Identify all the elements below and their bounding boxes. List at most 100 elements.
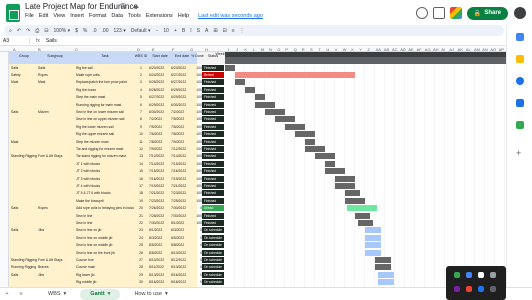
end-date-cell[interactable]: 8/13/2022	[171, 265, 193, 269]
group-cell[interactable]: Sails	[11, 228, 37, 232]
share-button[interactable]: 🔒 Share	[466, 6, 508, 20]
toolbar-item[interactable]: ⌕	[9, 28, 12, 34]
subgroup-cell[interactable]: Sails	[38, 66, 72, 70]
end-date-cell[interactable]: 8/1/2022	[171, 221, 193, 225]
table-row[interactable]: JT 2 with blocks 15 7/15/2022 7/16/2022 100%…	[9, 168, 506, 175]
end-date-cell[interactable]: 7/25/2022	[171, 199, 193, 203]
wbs-cell[interactable]: 21	[136, 214, 146, 218]
avatar[interactable]	[514, 7, 526, 19]
task-cell[interactable]: Sew in line	[76, 221, 134, 225]
column-header[interactable]: L	[253, 47, 255, 52]
end-date-cell[interactable]: 6/30/2022	[171, 103, 193, 107]
toolbar-item[interactable]: 123 ▾	[113, 28, 125, 34]
column-header[interactable]: D	[137, 47, 140, 52]
table-row[interactable]: Sew in line on middle jib 25 8/5/2022 8/8/2…	[9, 242, 506, 249]
toolbar-item[interactable]: +	[174, 28, 177, 34]
end-date-cell[interactable]: 6/29/2022	[171, 95, 193, 99]
column-header[interactable]: AF	[417, 47, 422, 52]
column-header[interactable]: X	[351, 47, 354, 52]
wbs-cell[interactable]: 4	[136, 88, 146, 92]
start-date-cell[interactable]: 6/24/2022	[149, 73, 171, 77]
status-cell[interactable]: Finished	[202, 153, 224, 160]
end-date-cell[interactable]: 7/2/2022	[171, 110, 193, 114]
status-cell[interactable]: On schedule	[202, 264, 224, 271]
sheet-tab-how-to-use[interactable]: How to use ▾	[124, 289, 177, 300]
table-row[interactable]: Sew in line on upper mizzen sail 8 7/2/202…	[9, 116, 506, 123]
start-date-cell[interactable]: 8/10/2022	[149, 258, 171, 262]
last-edit-link[interactable]: Last edit was seconds ago	[198, 13, 263, 19]
wbs-cell[interactable]: 12	[136, 147, 146, 151]
sheets-logo-icon[interactable]	[6, 4, 20, 22]
table-row[interactable]: Sails Jibs Rig lower jib 29 8/13/2022 8/16/20…	[9, 271, 506, 278]
start-date-cell[interactable]: 7/26/2022	[149, 206, 171, 210]
menu-extensions[interactable]: Extensions	[146, 13, 173, 19]
start-date-cell[interactable]: 8/11/2022	[149, 265, 171, 269]
column-header[interactable]: AM	[474, 47, 480, 52]
status-cell[interactable]: Finished	[202, 86, 224, 93]
start-date-cell[interactable]: 6/27/2022	[149, 95, 171, 99]
start-date-cell[interactable]: 8/3/2022	[149, 236, 171, 240]
end-date-cell[interactable]: 7/30/2022	[171, 214, 193, 218]
wbs-cell[interactable]: 29	[136, 273, 146, 277]
chevron-down-icon[interactable]: ▾	[165, 291, 168, 297]
group-cell[interactable]: Sails	[11, 206, 37, 210]
status-cell[interactable]: Finished	[202, 138, 224, 145]
toolbar-item[interactable]: 10	[163, 28, 169, 34]
toolbar-item[interactable]: ↷	[26, 28, 30, 34]
end-date-cell[interactable]: 7/15/2022	[171, 162, 193, 166]
status-cell[interactable]: Finished	[202, 108, 224, 116]
subgroup-cell[interactable]: Jibs	[38, 273, 72, 277]
column-header[interactable]: AC	[392, 47, 398, 52]
end-date-cell[interactable]: 7/21/2022	[171, 184, 193, 188]
column-header[interactable]: AL	[466, 47, 471, 52]
wbs-cell[interactable]: 23	[136, 228, 146, 232]
start-date-cell[interactable]: 6/28/2022	[149, 88, 171, 92]
toolbar-item[interactable]: ↶	[17, 28, 21, 34]
column-header[interactable]: U	[326, 47, 329, 52]
column-header[interactable]: AB	[384, 47, 389, 52]
toolbar-item[interactable]: $	[75, 28, 78, 34]
wbs-cell[interactable]: 24	[136, 236, 146, 240]
start-date-cell[interactable]: 7/21/2022	[149, 191, 171, 195]
wbs-cell[interactable]: 15	[136, 169, 146, 173]
table-row[interactable]: JT 4 with blocks 17 7/19/2022 7/21/2022 100%…	[9, 182, 506, 190]
tray-app-icon-7[interactable]	[478, 286, 484, 292]
wbs-cell[interactable]: 20	[136, 206, 146, 210]
wbs-cell[interactable]: 5	[136, 95, 146, 99]
start-date-cell[interactable]: 7/23/2022	[149, 199, 171, 203]
task-cell[interactable]: Running rigging for main mast	[76, 103, 134, 107]
table-row[interactable]: Rig middle jib308/16/20228/18/20220%On s…	[9, 279, 506, 286]
task-cell[interactable]: Sew in line on middle jib	[76, 236, 134, 240]
wbs-cell[interactable]: 14	[136, 162, 146, 166]
task-cell[interactable]: Step the mizzen mast	[76, 140, 134, 144]
group-cell[interactable]: Running Rigging	[11, 265, 37, 269]
column-header[interactable]: Y	[359, 47, 362, 52]
end-date-cell[interactable]: 8/12/2022	[171, 258, 193, 262]
group-cell[interactable]: Sails	[11, 66, 37, 70]
toolbar-item[interactable]: B	[182, 28, 185, 34]
status-cell[interactable]: On schedule	[202, 227, 224, 234]
task-cell[interactable]: Tar and rigging for mizzen mast	[76, 147, 134, 151]
toolbar-item[interactable]: ⎙	[35, 28, 39, 34]
end-date-cell[interactable]: 7/9/2022	[171, 140, 193, 144]
menu-format[interactable]: Format	[89, 13, 106, 19]
formula-input[interactable]: Sails	[40, 38, 57, 44]
table-row[interactable]: JT 1 with blocks 14 7/14/2022 7/15/2022 100%…	[9, 160, 506, 167]
tasks-icon[interactable]	[516, 77, 524, 85]
toolbar-item[interactable]: %	[83, 28, 87, 34]
end-date-cell[interactable]: 7/19/2022	[171, 177, 193, 181]
start-date-cell[interactable]: 7/16/2022	[149, 177, 171, 181]
wbs-cell[interactable]: 18	[136, 191, 146, 195]
task-cell[interactable]: Step the main mast	[76, 95, 134, 99]
toolbar-item[interactable]: ⊞	[213, 28, 217, 34]
end-date-cell[interactable]: 6/23/2022	[171, 66, 193, 70]
status-cell[interactable]: Finished	[202, 94, 224, 101]
table-row[interactable]: Sails Mizzen Sew in line on lower mizzen s…	[9, 108, 506, 116]
wbs-cell[interactable]: 10	[136, 132, 146, 136]
table-row[interactable]: Running Rigging Braces Course main 28 8/11/2…	[9, 264, 506, 271]
start-date-cell[interactable]: 7/28/2022	[149, 214, 171, 218]
column-header[interactable]: AI	[441, 47, 445, 52]
task-cell[interactable]: Course main	[76, 265, 134, 269]
table-row[interactable]: Rig the boom 4 6/28/2022 6/29/2022 100% Finis…	[9, 86, 506, 93]
task-cell[interactable]: Sew in line on upper mizzen sail	[76, 117, 134, 121]
